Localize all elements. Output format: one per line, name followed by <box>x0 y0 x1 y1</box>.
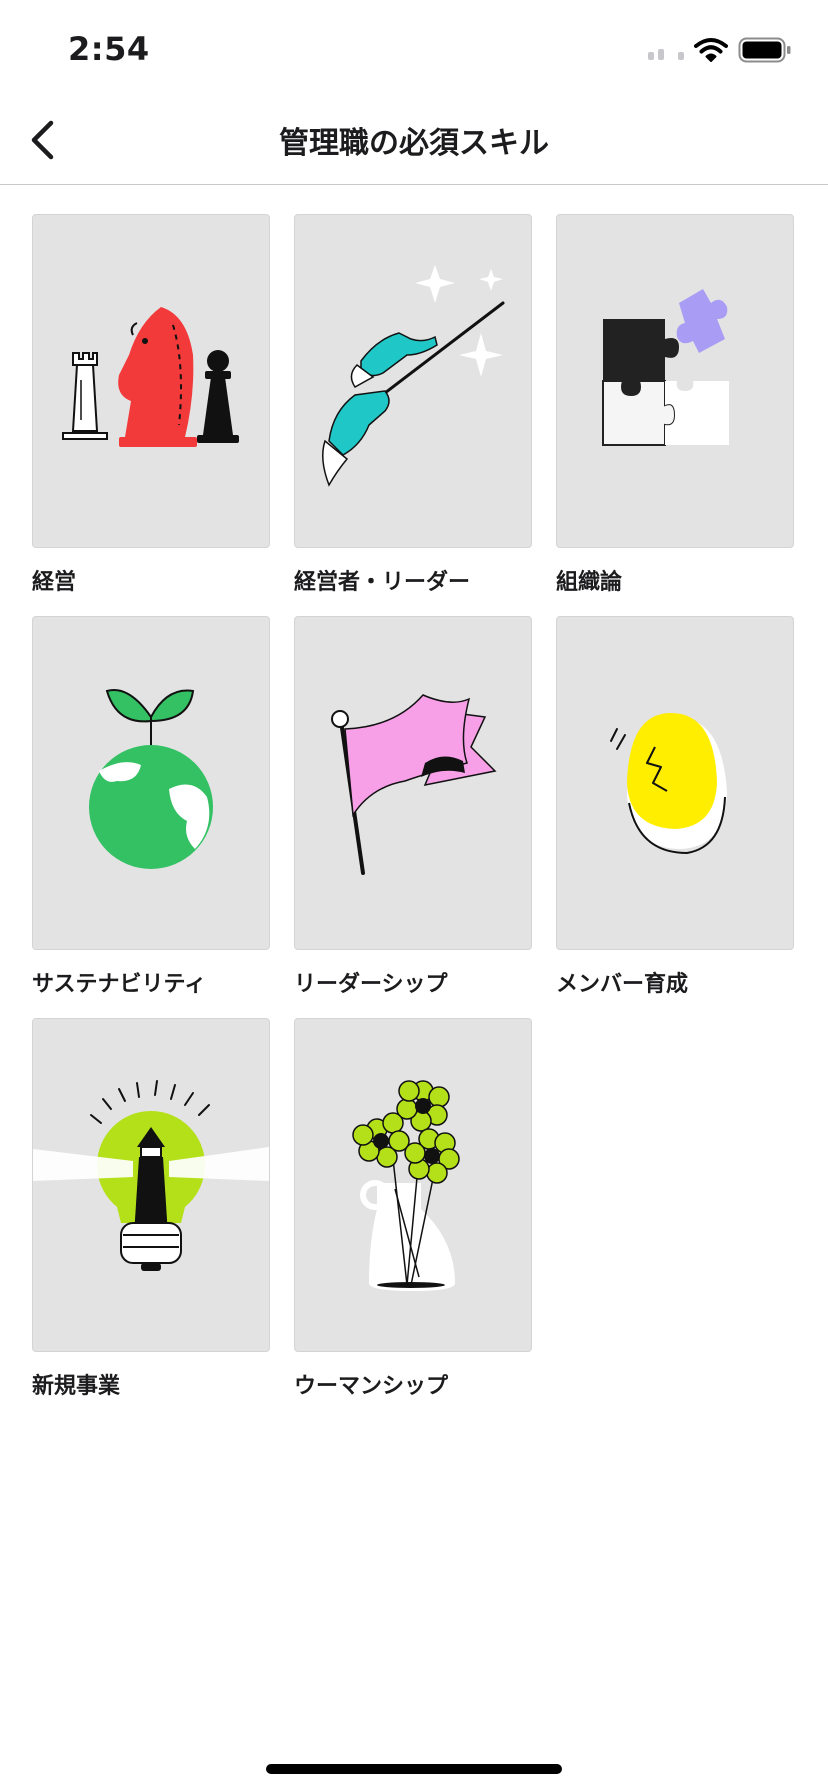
category-thumbnail <box>32 616 270 950</box>
category-thumbnail <box>294 1018 532 1352</box>
category-label: サステナビリティ <box>32 972 207 997</box>
chess-pieces-icon <box>62 307 239 447</box>
conductor-baton-icon <box>322 265 505 487</box>
category-label: 経営者・リーダー <box>294 570 471 595</box>
lightbulb-lighthouse-icon <box>33 1080 269 1271</box>
cracking-egg-icon <box>610 713 727 855</box>
flag-icon <box>331 694 497 875</box>
earth-sprout-icon <box>89 689 213 869</box>
category-card-management[interactable]: 経営 <box>32 214 270 596</box>
category-card-new-business[interactable]: 新規事業 <box>32 1018 270 1400</box>
category-thumbnail <box>294 214 532 548</box>
category-label: 組織論 <box>556 570 623 595</box>
category-thumbnail <box>32 214 270 548</box>
status-bar: 2:54 <box>0 0 828 96</box>
cellular-signal-icon <box>648 40 684 60</box>
category-card-sustainability[interactable]: サステナビリティ <box>32 616 270 998</box>
category-label: 新規事業 <box>32 1374 121 1399</box>
navigation-bar: 管理職の必須スキル <box>0 96 828 185</box>
category-thumbnail <box>556 214 794 548</box>
category-thumbnail <box>32 1018 270 1352</box>
category-label: 経営 <box>32 570 77 595</box>
category-thumbnail <box>294 616 532 950</box>
category-card-member-development[interactable]: メンバー育成 <box>556 616 794 998</box>
status-time: 2:54 <box>68 30 150 68</box>
page-title: 管理職の必須スキル <box>279 126 549 161</box>
category-card-organization[interactable]: 組織論 <box>556 214 794 596</box>
category-label: リーダーシップ <box>294 972 448 997</box>
category-card-leadership[interactable]: リーダーシップ <box>294 616 532 998</box>
flower-vase-icon <box>352 1080 460 1291</box>
category-label: ウーマンシップ <box>294 1374 449 1399</box>
battery-icon <box>738 37 791 63</box>
category-label: メンバー育成 <box>556 972 689 997</box>
category-card-leader[interactable]: 経営者・リーダー <box>294 214 532 596</box>
home-indicator <box>266 1764 562 1774</box>
category-card-womanship[interactable]: ウーマンシップ <box>294 1018 532 1400</box>
status-icons <box>648 36 792 64</box>
wifi-icon <box>694 38 728 62</box>
category-thumbnail <box>556 616 794 950</box>
puzzle-pieces-icon <box>602 289 729 446</box>
